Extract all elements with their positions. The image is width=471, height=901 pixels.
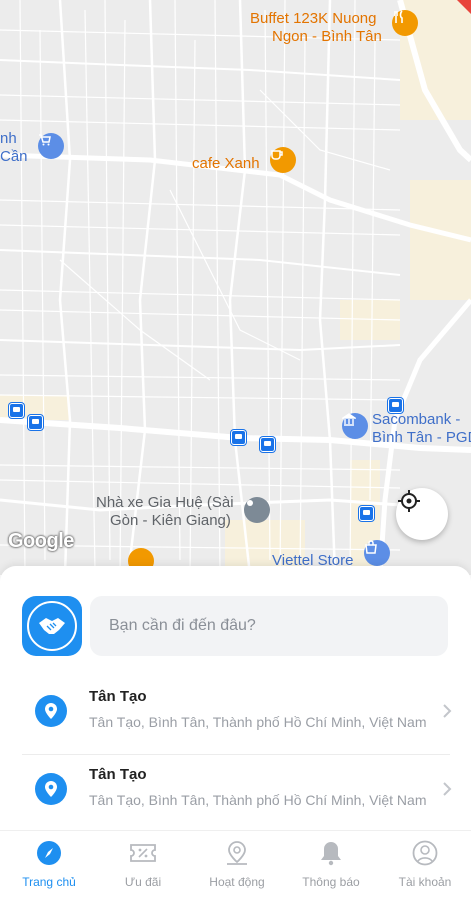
tab-label: Thông báo	[302, 875, 360, 889]
poi-buffet-line2: Ngon - Bình Tân	[272, 28, 382, 45]
my-location-button[interactable]	[396, 488, 448, 540]
poi-left-label[interactable]: nh Cần	[0, 130, 28, 166]
recent-place-item[interactable]: Tân Tạo Tân Tạo, Bình Tân, Thành phố Hồ …	[22, 678, 452, 752]
bottom-tab-bar: Trang chủ Ưu đãi Hoạt động Thông báo Tài…	[0, 830, 471, 901]
google-attribution: Google	[8, 530, 74, 552]
poi-nhaxe-label[interactable]: Nhà xe Gia Huệ (Sài Gòn - Kiên Giang)	[96, 494, 234, 530]
shopping-cart-icon[interactable]	[38, 133, 64, 159]
poi-buffet-label[interactable]: Buffet 123K Nuong Ngon - Bình Tân	[250, 10, 382, 46]
place-subtitle: Tân Tạo, Bình Tân, Thành phố Hồ Chí Minh…	[89, 714, 427, 730]
tab-notifications[interactable]: Thông báo	[284, 839, 378, 889]
bus-stop-icon[interactable]	[388, 398, 403, 413]
handshake-icon	[27, 601, 77, 651]
user-icon	[411, 839, 439, 867]
poi-nhaxe-name: Nhà xe Gia Huệ (Sài	[96, 494, 234, 511]
restaurant-icon[interactable]	[392, 10, 418, 36]
tab-label: Tài khoản	[398, 875, 452, 889]
location-pin-icon	[35, 695, 67, 727]
poi-sacombank-name: Sacombank -	[372, 411, 461, 428]
search-placeholder: Bạn cần đi đến đâu?	[109, 617, 256, 634]
tab-activity[interactable]: Hoạt động	[190, 839, 284, 889]
shopping-bag-icon[interactable]	[364, 540, 390, 566]
poi-sacombank-line2: Bình Tân - PGD	[372, 429, 471, 446]
tab-label: Trang chủ	[22, 875, 76, 889]
bus-stop-icon[interactable]	[9, 403, 24, 418]
map-corner-indicator	[457, 0, 471, 14]
tab-offers[interactable]: Ưu đãi	[96, 839, 190, 889]
map-view[interactable]: Buffet 123K Nuong Ngon - Bình Tân cafe X…	[0, 0, 471, 575]
destination-search-input[interactable]: Bạn cần đi đến đâu?	[90, 596, 448, 656]
poi-nhaxe-line2: Gòn - Kiên Giang)	[110, 512, 231, 529]
location-pin-icon	[35, 773, 67, 805]
bus-stop-icon[interactable]	[231, 430, 246, 445]
place-pin-icon[interactable]	[244, 497, 270, 523]
bank-icon[interactable]	[342, 413, 368, 439]
place-title: Tân Tạo	[89, 766, 147, 783]
place-title: Tân Tạo	[89, 688, 147, 705]
poi-left-name: nh	[0, 130, 17, 147]
tab-account[interactable]: Tài khoản	[378, 839, 471, 889]
location-history-icon	[223, 839, 251, 867]
coupon-icon	[129, 839, 157, 867]
place-subtitle: Tân Tạo, Bình Tân, Thành phố Hồ Chí Minh…	[89, 792, 427, 808]
poi-left-line2: Cần	[0, 148, 28, 165]
bus-stop-icon[interactable]	[28, 415, 43, 430]
poi-buffet-name: Buffet 123K Nuong	[250, 10, 377, 27]
tab-home[interactable]: Trang chủ	[2, 839, 96, 889]
cafe-icon[interactable]	[270, 147, 296, 173]
compass-icon	[35, 839, 63, 867]
poi-sacombank-label[interactable]: Sacombank - Bình Tân - PGD	[372, 411, 471, 447]
chevron-right-icon	[442, 780, 452, 803]
tab-label: Hoạt động	[209, 875, 265, 889]
bus-stop-icon[interactable]	[260, 437, 275, 452]
bell-icon	[317, 839, 345, 867]
divider	[22, 754, 450, 755]
bus-stop-icon[interactable]	[359, 506, 374, 521]
brand-logo[interactable]	[22, 596, 82, 656]
tab-label: Ưu đãi	[124, 875, 162, 889]
poi-cafe-label[interactable]: cafe Xanh	[192, 155, 260, 173]
chevron-right-icon	[442, 702, 452, 725]
recent-place-item[interactable]: Tân Tạo Tân Tạo, Bình Tân, Thành phố Hồ …	[22, 756, 452, 830]
